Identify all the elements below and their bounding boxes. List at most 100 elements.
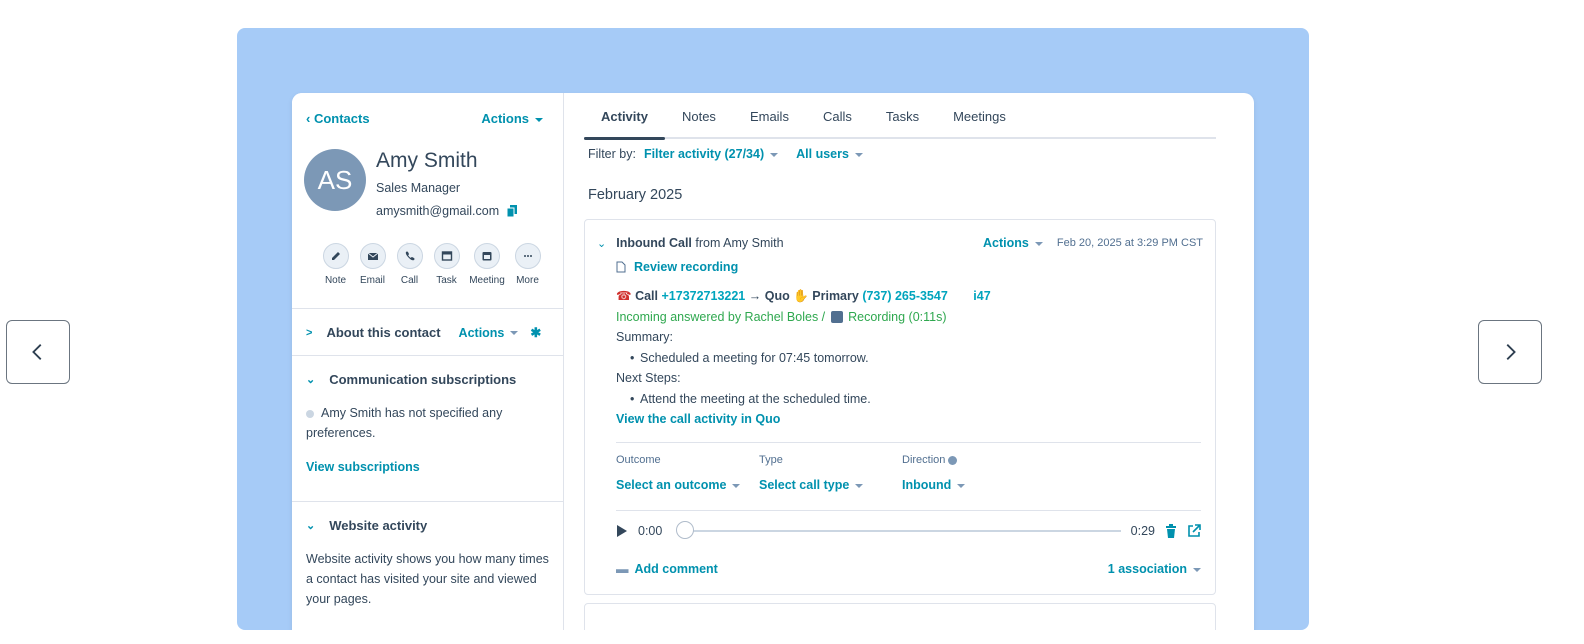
next-activity-card[interactable]: [584, 603, 1216, 630]
playback-track[interactable]: [676, 521, 1121, 539]
call-action-label: Call: [400, 275, 419, 286]
total-time: 0:29: [1130, 524, 1155, 538]
chevron-right-icon: >: [306, 326, 313, 339]
outcome-field: Outcome Select an outcome: [616, 454, 759, 492]
call-route-line: ☎ Call +17372713221 → Quo ✋ Primary (737…: [616, 286, 1196, 307]
current-time: 0:00: [638, 524, 663, 538]
caret-down-icon: [510, 331, 519, 336]
month-heading: February 2025: [588, 187, 683, 203]
call-actions-dropdown[interactable]: Actions: [983, 236, 1043, 250]
tab-activity[interactable]: Activity: [584, 101, 665, 140]
gear-icon[interactable]: ✱: [530, 325, 541, 341]
incoming-line: Incoming answered by Rachel Boles / Reco…: [616, 307, 1196, 328]
external-link-icon[interactable]: [1187, 524, 1201, 538]
communication-title: Communication subscriptions: [329, 372, 517, 387]
outcome-dropdown[interactable]: Select an outcome: [616, 478, 759, 492]
note-action-label: Note: [324, 275, 347, 286]
filter-activity-dropdown[interactable]: Filter activity (27/34): [643, 147, 779, 161]
primary-word: Primary: [812, 289, 859, 303]
caret-down-icon: [535, 117, 543, 122]
copy-icon[interactable]: [507, 205, 518, 217]
tab-tasks[interactable]: Tasks: [869, 101, 936, 137]
quick-actions: Note Email Call Task Meeting More: [320, 243, 543, 286]
call-action[interactable]: Call: [394, 243, 425, 286]
tab-meetings[interactable]: Meetings: [936, 101, 1023, 137]
email-action[interactable]: Email: [357, 243, 388, 286]
association-dropdown[interactable]: 1 association: [1108, 562, 1201, 576]
pencil-icon: [331, 252, 340, 260]
website-activity-text: Website activity shows you how many time…: [306, 552, 549, 606]
tab-notes[interactable]: Notes: [665, 101, 733, 137]
sidebar-header: ‹ Contacts Actions: [306, 111, 543, 126]
call-date: Feb 20, 2025 at 3:29 PM CST: [1056, 237, 1203, 249]
breadcrumb-label: Contacts: [313, 111, 370, 126]
chevron-right-icon: [1506, 344, 1516, 360]
activity-footer: ▬ Add comment 1 association: [616, 562, 1201, 576]
direction-dropdown[interactable]: Inbound: [902, 478, 1045, 492]
chevron-down-icon[interactable]: ⌄: [597, 237, 606, 250]
filter-activity-label: Filter activity (27/34): [643, 147, 765, 161]
caret-down-icon: [854, 152, 863, 157]
call-actions-label: Actions: [983, 236, 1029, 250]
more-action-label: More: [516, 275, 539, 286]
association-label: 1 association: [1107, 562, 1187, 576]
review-recording-link[interactable]: Review recording: [616, 260, 738, 274]
about-section-header[interactable]: > About this contact Actions ✱: [292, 309, 564, 356]
all-users-dropdown[interactable]: All users: [796, 147, 863, 161]
meeting-action-label: Meeting: [469, 275, 505, 286]
website-activity-title: Website activity: [329, 518, 428, 533]
job-title: Sales Manager: [376, 181, 461, 195]
type-label: Type: [759, 454, 783, 466]
tab-emails[interactable]: Emails: [733, 101, 806, 137]
view-subscriptions-link[interactable]: View subscriptions: [306, 457, 550, 477]
call-details: ☎ Call +17372713221 → Quo ✋ Primary (737…: [616, 286, 1196, 430]
telephone-icon: ☎: [616, 289, 632, 303]
summary-label: Summary:: [616, 330, 673, 344]
call-type-dropdown[interactable]: Select call type: [759, 478, 902, 492]
view-call-activity-link[interactable]: View the call activity in Quo: [616, 409, 1196, 430]
note-action[interactable]: Note: [320, 243, 351, 286]
avatar: AS: [304, 149, 366, 211]
tab-calls[interactable]: Calls: [806, 101, 869, 137]
back-to-contacts-link[interactable]: ‹ Contacts: [306, 111, 370, 126]
type-field: Type Select call type: [759, 454, 902, 492]
primary-number[interactable]: (737) 265-3547: [862, 289, 947, 303]
about-title: About this contact: [326, 325, 441, 340]
communication-section-header[interactable]: ⌄ Communication subscriptions: [292, 356, 564, 403]
phone-icon: [405, 251, 414, 261]
trash-icon[interactable]: [1165, 524, 1177, 538]
all-users-label: All users: [796, 147, 849, 161]
add-comment-button[interactable]: ▬ Add comment: [616, 562, 718, 576]
review-recording-label: Review recording: [634, 260, 739, 274]
info-icon[interactable]: [948, 455, 958, 465]
caller-number[interactable]: +17372713221: [661, 289, 745, 303]
play-icon[interactable]: [616, 524, 628, 538]
more-icon: [523, 255, 532, 257]
record-tabs: Activity Notes Emails Calls Tasks Meetin…: [584, 101, 1216, 140]
previous-slide-button[interactable]: [6, 320, 70, 384]
contact-name: Amy Smith: [376, 149, 478, 172]
about-actions-dropdown[interactable]: Actions: [459, 326, 519, 340]
next-slide-button[interactable]: [1478, 320, 1542, 384]
caret-down-icon: [770, 152, 779, 157]
playback-knob[interactable]: [676, 521, 695, 539]
call-word: Call: [635, 289, 658, 303]
email-row: amysmith@gmail.com: [376, 204, 518, 218]
caret-down-icon: [1034, 241, 1043, 246]
waving-hand-icon: ✋: [793, 289, 809, 303]
direction-field: Direction Inbound: [902, 454, 1045, 492]
website-activity-header[interactable]: ⌄ Website activity: [292, 502, 564, 549]
outcome-value: Select an outcome: [616, 478, 727, 492]
about-section: > About this contact Actions ✱: [292, 308, 564, 355]
meeting-action[interactable]: Meeting: [468, 243, 506, 286]
contact-sidebar: ‹ Contacts Actions AS Amy Smith Sales Ma…: [292, 93, 564, 630]
caret-down-icon: [1193, 567, 1201, 572]
direction-value: Inbound: [902, 478, 952, 492]
task-action[interactable]: Task: [431, 243, 462, 286]
more-action[interactable]: More: [512, 243, 543, 286]
recording-player: 0:00 0:29: [616, 521, 1201, 539]
summary-item: Scheduled a meeting for 07:45 tomorrow.: [616, 348, 1196, 369]
next-steps-item: Attend the meeting at the scheduled time…: [616, 389, 1196, 410]
status-dot: [306, 409, 314, 418]
contact-actions-dropdown[interactable]: Actions: [481, 111, 543, 126]
